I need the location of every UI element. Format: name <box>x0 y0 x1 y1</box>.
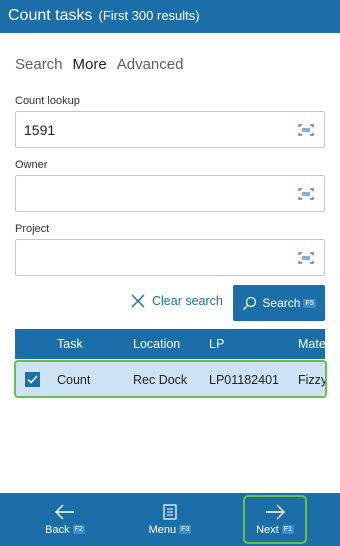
clear-search-label: Clear search <box>152 294 223 308</box>
column-header-lp[interactable]: LP <box>209 337 224 351</box>
barcode-scan-icon[interactable] <box>298 123 314 136</box>
page-title: Count tasks <box>8 7 93 24</box>
next-button[interactable]: Next F1 <box>243 495 307 544</box>
table-row[interactable]: Count Rec Dock LP01182401 Fizzy <box>14 360 327 398</box>
next-label: Next <box>256 523 279 536</box>
bottom-nav-bar: Back F2 Menu F3 Next F1 <box>0 493 340 546</box>
row-checkbox[interactable] <box>25 372 40 387</box>
owner-label: Owner <box>15 159 48 171</box>
search-actions: Clear search Search F5 <box>0 285 340 321</box>
back-shortcut-badge: F2 <box>72 525 85 534</box>
cell-location: Rec Dock <box>133 373 188 387</box>
search-label: Search <box>262 296 301 310</box>
grid-header: Task Location LP Mate <box>15 329 325 359</box>
cell-material: Fizzy <box>298 373 327 387</box>
column-header-material[interactable]: Mate <box>298 337 325 351</box>
project-field[interactable] <box>15 239 325 276</box>
title-bar: Count tasks (First 300 results) <box>0 0 340 33</box>
search-button[interactable]: Search F5 <box>233 285 325 321</box>
barcode-scan-icon[interactable] <box>298 251 314 264</box>
menu-button[interactable]: Menu F3 <box>140 493 200 546</box>
arrow-left-icon <box>55 504 74 519</box>
checkmark-icon <box>27 375 38 384</box>
back-button[interactable]: Back F2 <box>40 493 90 546</box>
page-subtitle: (First 300 results) <box>98 8 200 23</box>
count-lookup-label: Count lookup <box>15 95 80 107</box>
search-icon <box>243 296 257 310</box>
count-lookup-field[interactable]: 1591 <box>15 111 325 148</box>
arrow-right-icon <box>266 504 285 519</box>
cell-task: Count <box>57 373 91 387</box>
owner-field[interactable] <box>15 175 325 212</box>
tab-advanced[interactable]: Advanced <box>117 56 184 73</box>
close-icon <box>131 294 145 308</box>
column-header-location[interactable]: Location <box>133 337 180 351</box>
column-header-task[interactable]: Task <box>57 337 83 351</box>
tab-search[interactable]: Search <box>15 56 63 73</box>
menu-label: Menu <box>148 523 177 536</box>
menu-list-icon <box>163 503 177 520</box>
tab-more[interactable]: More <box>73 56 107 73</box>
search-shortcut-badge: F5 <box>303 298 316 308</box>
tab-strip: Search More Advanced <box>15 56 183 73</box>
count-lookup-value[interactable]: 1591 <box>24 122 298 138</box>
cell-lp: LP01182401 <box>209 373 279 387</box>
barcode-scan-icon[interactable] <box>298 187 314 200</box>
project-label: Project <box>15 223 50 235</box>
next-shortcut-badge: F1 <box>281 525 294 534</box>
back-label: Back <box>45 523 70 536</box>
menu-shortcut-badge: F3 <box>179 525 192 534</box>
clear-search-button[interactable]: Clear search <box>130 293 223 309</box>
